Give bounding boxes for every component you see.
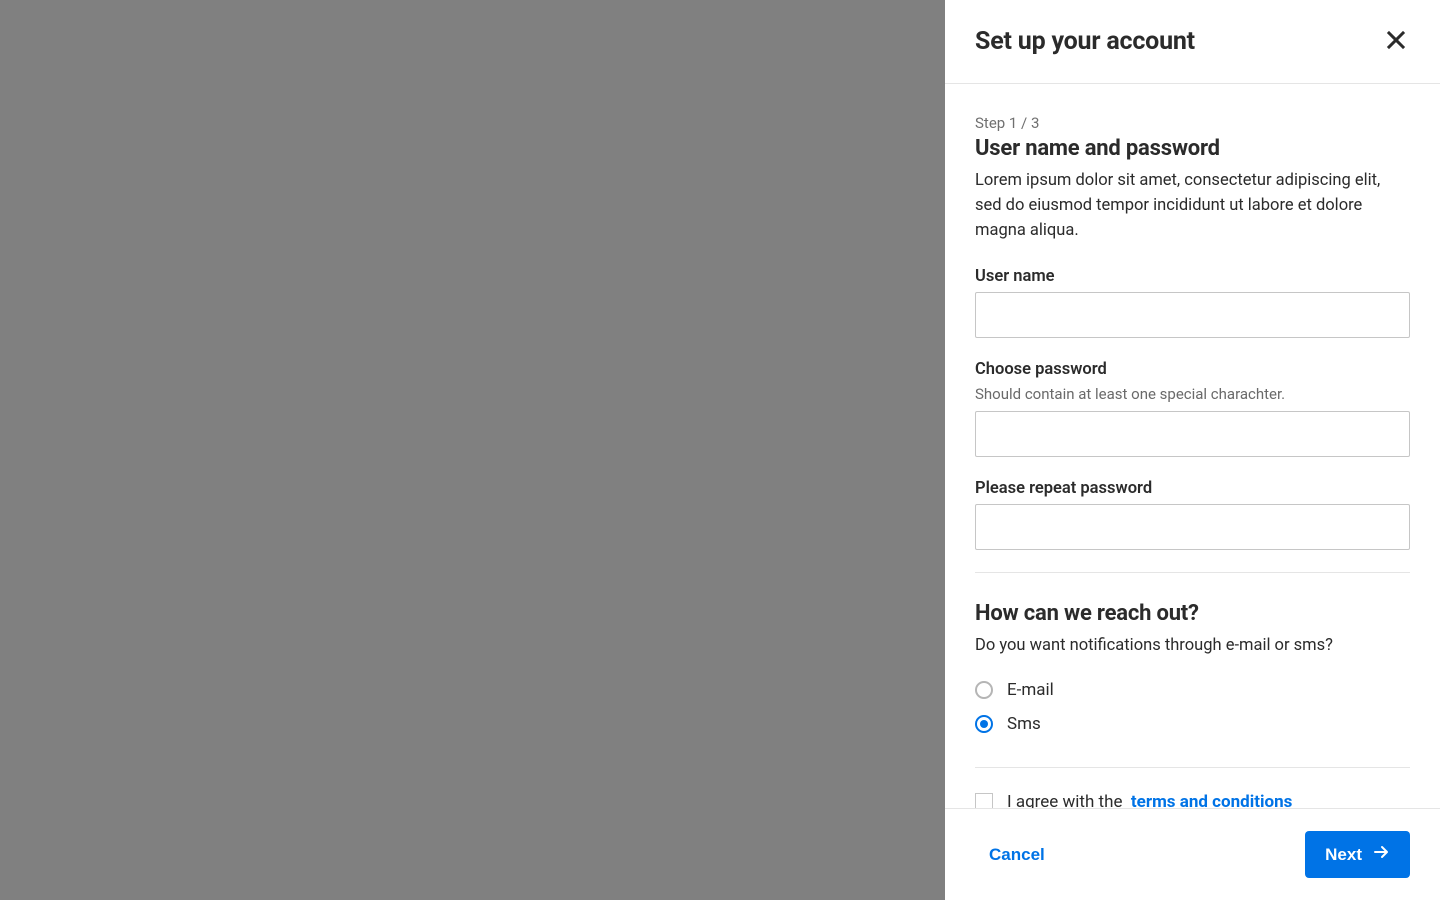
terms-checkbox[interactable] [975,793,993,808]
close-icon [1386,30,1406,53]
panel-title: Set up your account [975,27,1195,56]
arrow-right-icon [1372,843,1390,866]
close-button[interactable] [1382,26,1410,57]
field-repeat-password: Please repeat password [975,479,1410,550]
next-button[interactable]: Next [1305,831,1410,878]
radio-label-sms: Sms [1007,714,1041,734]
field-username: User name [975,267,1410,338]
cancel-button[interactable]: Cancel [975,835,1059,875]
repeat-password-input[interactable] [975,504,1410,550]
radio-option-sms[interactable]: Sms [975,707,1410,741]
section-divider [975,572,1410,573]
radio-label-email: E-mail [1007,680,1054,700]
terms-checkbox-row: I agree with the terms and conditions [975,792,1410,808]
username-input[interactable] [975,292,1410,338]
radio-icon [975,681,993,699]
repeat-password-label: Please repeat password [975,479,1410,498]
username-label: User name [975,267,1410,286]
next-button-label: Next [1325,845,1362,865]
panel-footer: Cancel Next [945,808,1440,900]
section-description-contact: Do you want notifications through e-mail… [975,634,1410,659]
section-heading-contact: How can we reach out? [975,601,1410,626]
field-password: Choose password Should contain at least … [975,360,1410,457]
step-indicator: Step 1 / 3 [975,114,1410,132]
password-hint: Should contain at least one special char… [975,385,1410,403]
contact-radio-group: E-mail Sms [975,673,1410,741]
account-setup-panel: Set up your account Step 1 / 3 User name… [945,0,1440,900]
password-input[interactable] [975,411,1410,457]
radio-icon [975,715,993,733]
section-heading-credentials: User name and password [975,136,1410,161]
terms-text: I agree with the terms and conditions [1007,792,1292,808]
section-divider [975,767,1410,768]
terms-link[interactable]: terms and conditions [1131,792,1292,808]
panel-header: Set up your account [945,0,1440,84]
panel-body: Step 1 / 3 User name and password Lorem … [945,84,1440,808]
radio-option-email[interactable]: E-mail [975,673,1410,707]
password-label: Choose password [975,360,1410,379]
section-description-credentials: Lorem ipsum dolor sit amet, consectetur … [975,169,1410,243]
terms-text-prefix: I agree with the [1007,792,1122,808]
